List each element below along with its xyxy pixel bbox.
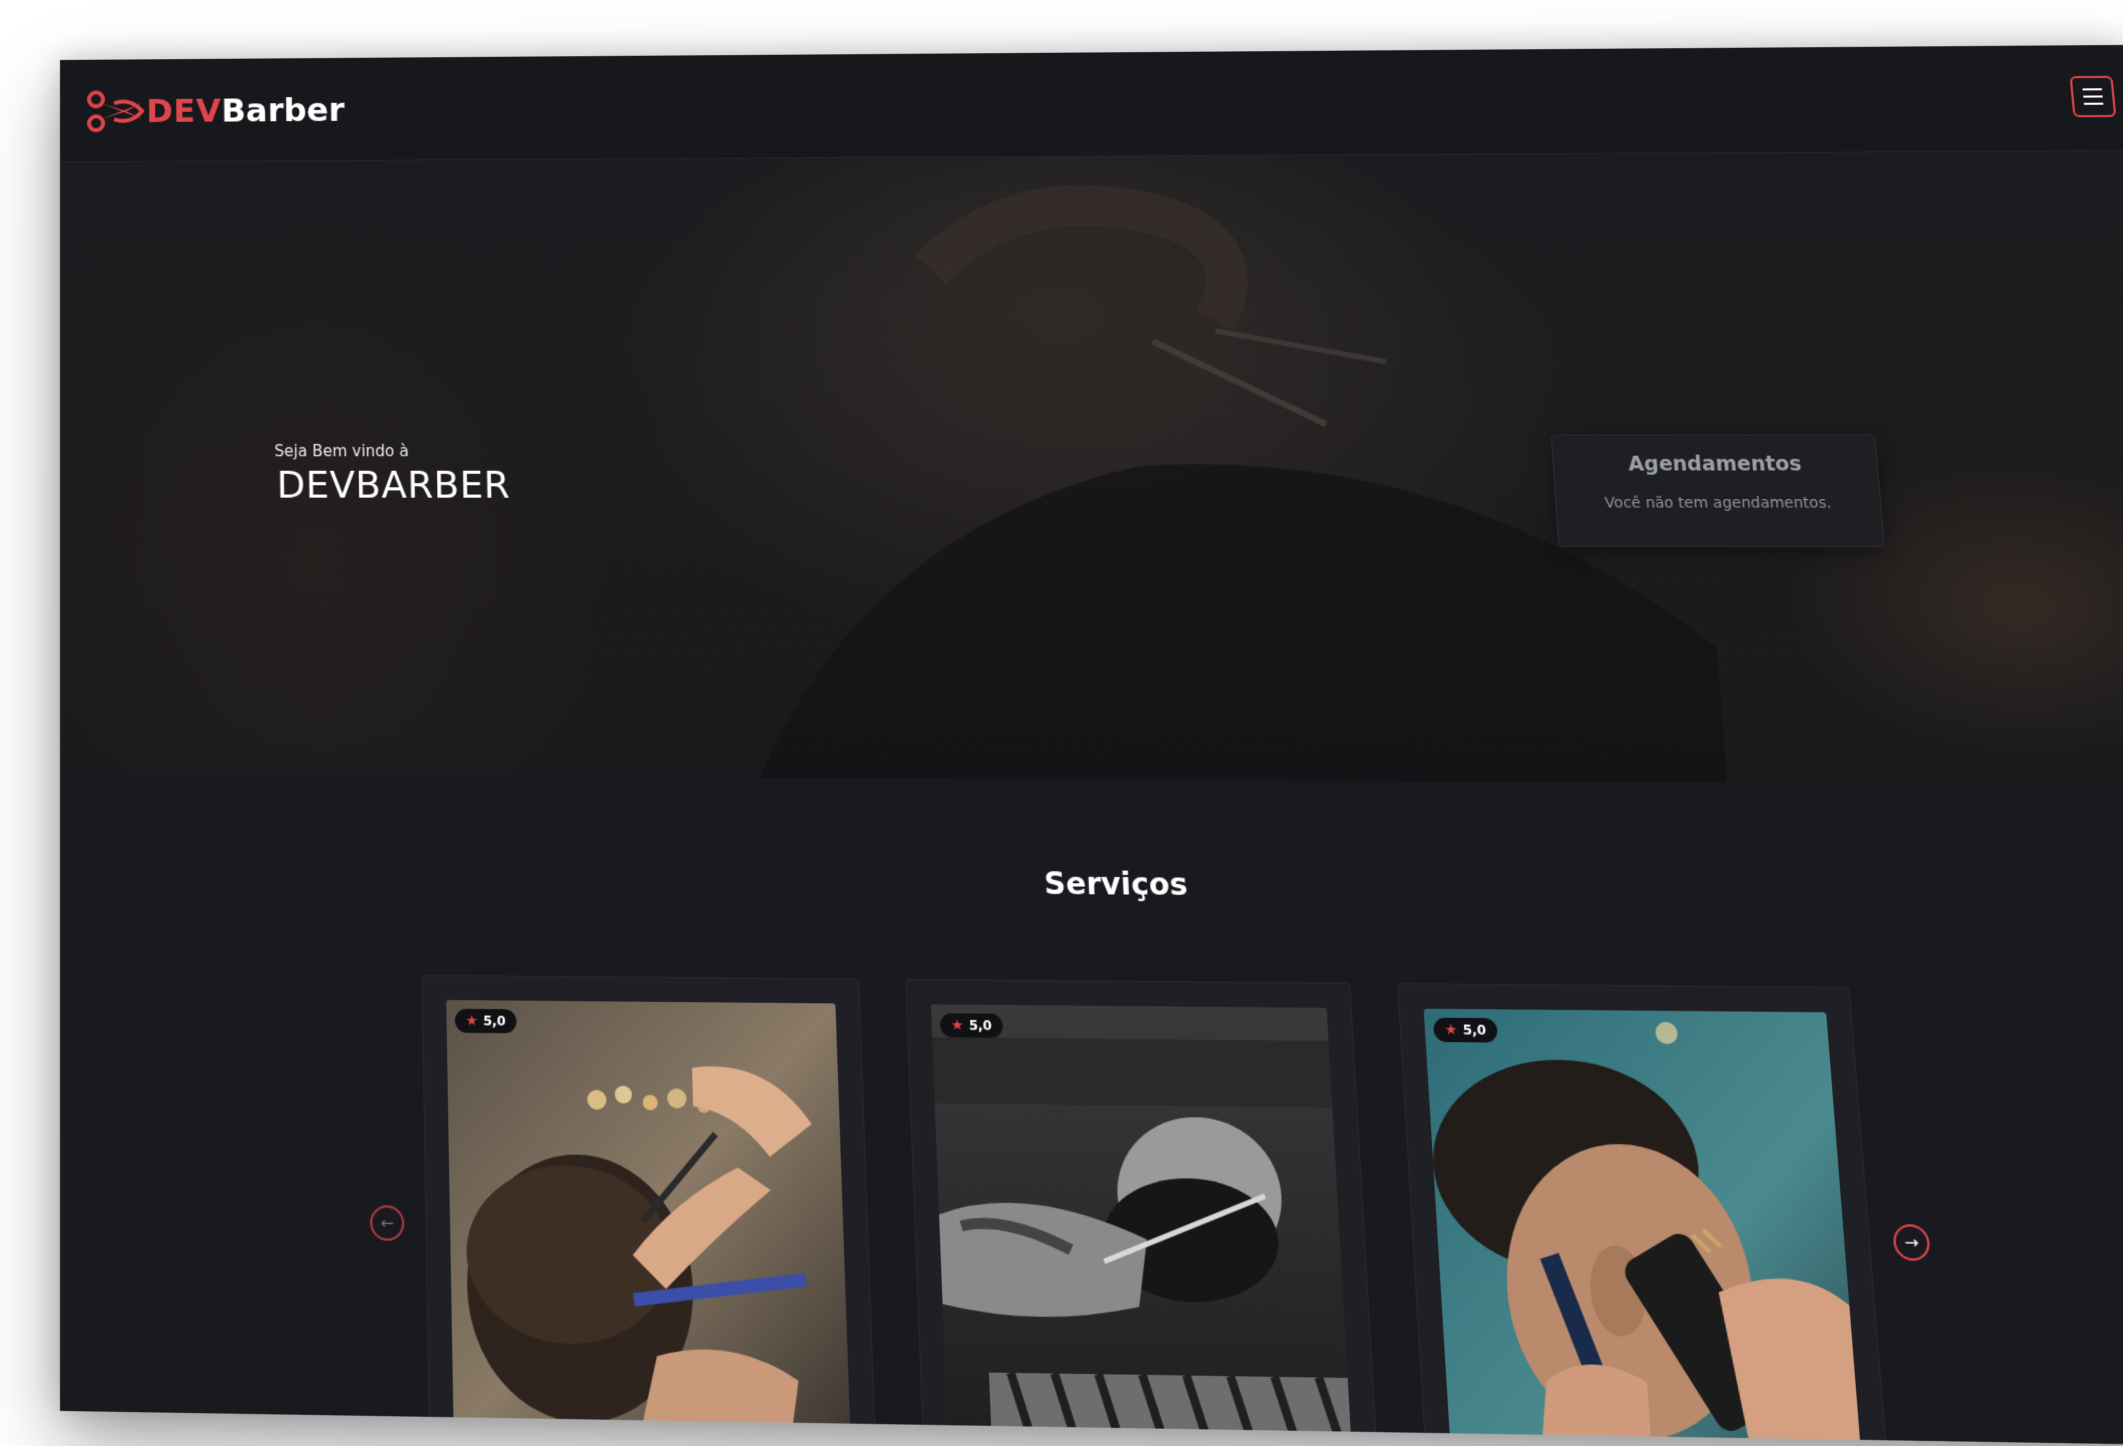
hamburger-menu-icon-bar xyxy=(2082,88,2102,91)
services-carousel: ★ 5,0 ★ 5,0 ★ 5,0 xyxy=(421,974,1895,1446)
carousel-prev-button[interactable]: ← xyxy=(369,1205,405,1241)
browser-viewport: DEV Barber Seja Bem vindo à DEVBARBER Ag… xyxy=(60,44,2123,1446)
service-card-image xyxy=(446,999,851,1446)
brand-logo[interactable]: DEV Barber xyxy=(86,88,345,134)
service-card-image xyxy=(930,1004,1353,1446)
rating-value: 5,0 xyxy=(968,1017,993,1034)
hamburger-menu-icon-bar xyxy=(2083,102,2104,105)
logo-text-dev: DEV xyxy=(146,91,222,131)
hamburger-menu-button[interactable] xyxy=(2069,75,2117,118)
rating-badge: ★ 5,0 xyxy=(454,1008,517,1034)
top-navbar: DEV Barber xyxy=(60,44,2123,163)
arrow-right-icon: → xyxy=(1903,1232,1920,1253)
welcome-title: DEVBARBER xyxy=(276,464,511,508)
appointments-empty-text: Você não tem agendamentos. xyxy=(1604,494,1832,512)
star-icon: ★ xyxy=(465,1012,479,1030)
appointments-title: Agendamentos xyxy=(1627,452,1803,476)
service-card-image xyxy=(1423,1008,1863,1446)
scissors-logo-icon xyxy=(86,90,145,132)
services-section-title: Serviços xyxy=(1043,865,1189,903)
beard-trim-photo xyxy=(930,1004,1353,1446)
haircut-scissors-photo xyxy=(446,999,851,1446)
hamburger-menu-icon-bar xyxy=(2083,95,2103,98)
logo-text-barber: Barber xyxy=(221,90,345,130)
service-card[interactable]: ★ 5,0 xyxy=(905,978,1378,1446)
rating-badge: ★ 5,0 xyxy=(1432,1017,1498,1043)
hero-banner: Seja Bem vindo à DEVBARBER Agendamentos … xyxy=(60,151,2123,786)
arrow-left-icon: ← xyxy=(380,1213,395,1234)
star-icon: ★ xyxy=(1444,1021,1458,1039)
appointments-card: Agendamentos Você não tem agendamentos. xyxy=(1550,434,1885,548)
service-card[interactable]: ★ 5,0 xyxy=(421,974,877,1446)
clipper-haircut-photo xyxy=(1423,1008,1863,1446)
star-icon: ★ xyxy=(950,1017,964,1034)
welcome-subtitle: Seja Bem vindo à xyxy=(274,441,410,461)
carousel-next-button[interactable]: → xyxy=(1892,1224,1931,1261)
rating-value: 5,0 xyxy=(483,1013,506,1029)
rating-badge: ★ 5,0 xyxy=(939,1013,1004,1038)
rating-value: 5,0 xyxy=(1462,1022,1487,1039)
service-card[interactable]: ★ 5,0 xyxy=(1397,983,1889,1446)
